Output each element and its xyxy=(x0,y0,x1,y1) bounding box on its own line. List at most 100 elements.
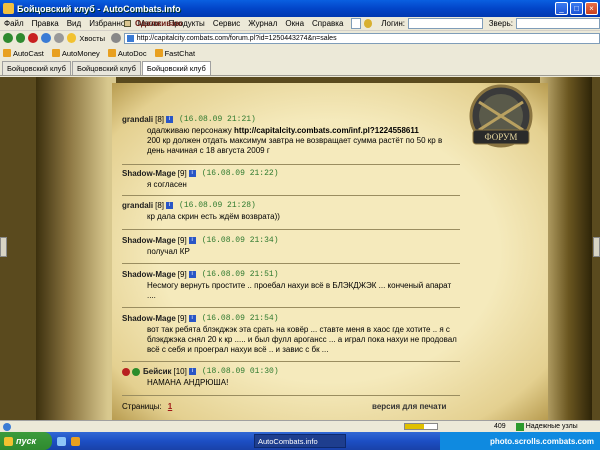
post-body: Несмогу вернуть простите .. проебал наху… xyxy=(147,281,452,300)
smiley-icon[interactable] xyxy=(363,19,373,28)
post-link[interactable]: http://capitalcity.combats.com/inf.pl?12… xyxy=(234,126,419,135)
forward-icon[interactable] xyxy=(15,33,26,43)
maximize-button[interactable]: □ xyxy=(570,2,583,15)
refresh-icon[interactable] xyxy=(41,33,51,43)
post-author[interactable]: grandali xyxy=(122,115,153,124)
menu-view[interactable]: Вид xyxy=(67,19,81,28)
info-icon[interactable]: i xyxy=(166,116,174,123)
topic-title: Одалживаю xyxy=(135,19,183,28)
post-body: кр дала скрин есть ждём возврата)) xyxy=(147,212,280,221)
post-author[interactable]: Shadow-Mage xyxy=(122,270,176,279)
forum-emblem-logo[interactable]: ФОРУМ xyxy=(459,82,543,156)
svg-text:ФОРУМ: ФОРУМ xyxy=(485,132,518,142)
back-icon[interactable] xyxy=(3,33,13,43)
status-bar: 409 Надежные узлы xyxy=(0,420,600,432)
post-divider xyxy=(122,195,460,196)
post: Shadow-Mage [9] i (16.08.09 21:22) я сог… xyxy=(122,169,460,196)
post-body: вот так ребята блэкджэк эта срать на ков… xyxy=(147,325,457,354)
post-divider xyxy=(122,395,460,396)
link-automoney[interactable]: AutoMoney xyxy=(51,49,100,58)
link-autocast[interactable]: AutoCast xyxy=(3,49,44,58)
tab-1[interactable]: Бойцовский клуб xyxy=(2,61,71,75)
status-count: 409 xyxy=(494,423,506,430)
start-button[interactable]: пуск xyxy=(0,432,52,450)
post: grandali [8] i (16.08.09 21:28) кр дала … xyxy=(122,201,460,230)
address-bar[interactable]: http://capitalcity.combats.com/forum.pl?… xyxy=(123,32,600,44)
topic-header: Одалживаю xyxy=(124,19,182,28)
windows-logo-icon xyxy=(4,436,13,446)
menu-journal[interactable]: Журнал xyxy=(248,19,277,28)
post: grandali [8] i (16.08.09 21:21) одалжива… xyxy=(122,115,460,165)
post-author[interactable]: Бейсик xyxy=(143,367,172,376)
right-panel-handle[interactable] xyxy=(593,237,600,257)
menu-bar: Файл Правка Вид Избранное Магия Продукты… xyxy=(0,17,600,31)
page-status-icon xyxy=(3,422,11,431)
menu-service[interactable]: Сервис xyxy=(213,19,240,28)
print-icon[interactable] xyxy=(110,33,121,43)
left-panel-handle[interactable] xyxy=(0,237,7,257)
progress-bar xyxy=(404,423,438,430)
minimize-button[interactable]: _ xyxy=(555,2,568,15)
post-divider xyxy=(122,263,460,264)
link-autodoc[interactable]: AutoDoc xyxy=(107,49,147,58)
info-icon[interactable]: i xyxy=(166,202,174,209)
post-level: [9] xyxy=(177,169,187,178)
post: Бейсик [10] i (18.08.09 01:30) НАМАНА АН… xyxy=(122,367,460,396)
menu-windows[interactable]: Окна xyxy=(285,19,304,28)
star-icon[interactable] xyxy=(66,33,77,43)
menu-help[interactable]: Справка xyxy=(312,19,343,28)
post-author[interactable]: Shadow-Mage xyxy=(122,236,176,245)
post-level: [9] xyxy=(177,314,187,323)
stop-icon[interactable] xyxy=(28,33,39,43)
print-version-link[interactable]: версия для печати xyxy=(372,402,446,411)
post-level: [8] xyxy=(155,115,165,124)
tab-2[interactable]: Бойцовский клуб xyxy=(71,61,141,75)
home-icon[interactable] xyxy=(53,33,64,43)
info-icon[interactable]: i xyxy=(188,237,196,244)
tab-3[interactable]: Бойцовский клуб xyxy=(141,61,211,75)
info-icon[interactable]: i xyxy=(188,170,196,177)
address-text: http://capitalcity.combats.com/forum.pl?… xyxy=(136,34,337,42)
links-bar: AutoCast AutoMoney AutoDoc FastChat xyxy=(0,46,600,60)
browser-icon xyxy=(3,3,14,14)
info-icon[interactable]: i xyxy=(188,315,196,322)
post: Shadow-Mage [9] i (16.08.09 21:54) вот т… xyxy=(122,314,460,362)
post-divider xyxy=(122,307,460,308)
post-level: [9] xyxy=(177,270,187,279)
toolbar-dropdown[interactable] xyxy=(351,18,361,29)
pages-label: Страницы: xyxy=(122,402,162,411)
taskbar-window-button[interactable]: AutoCombats.info xyxy=(254,434,346,448)
login-field[interactable] xyxy=(407,18,483,29)
autocast-icon xyxy=(3,49,11,57)
nav-toolbar: Хвосты http://capitalcity.combats.com/fo… xyxy=(0,31,600,45)
pagination: Страницы: 1 xyxy=(122,402,172,411)
automoney-icon xyxy=(51,49,60,57)
link-fastchat[interactable]: FastChat xyxy=(154,49,195,58)
page-link[interactable]: 1 xyxy=(168,402,172,411)
post-level: [10] xyxy=(173,367,187,376)
post-divider xyxy=(122,361,460,362)
info-icon[interactable]: i xyxy=(188,271,196,278)
fastchat-icon xyxy=(154,49,163,57)
beast-field[interactable] xyxy=(515,18,600,29)
post-author[interactable]: Shadow-Mage xyxy=(122,314,176,323)
menu-edit[interactable]: Правка xyxy=(32,19,59,28)
quicklaunch-icon[interactable] xyxy=(57,436,66,446)
post-author[interactable]: Shadow-Mage xyxy=(122,169,176,178)
clan-flag-icon xyxy=(122,367,130,376)
info-icon[interactable]: i xyxy=(188,368,196,375)
progress-fill xyxy=(405,424,425,429)
check-icon xyxy=(515,422,524,431)
system-tray: photo.scrolls.combats.com xyxy=(440,432,600,450)
window-title: Бойцовский клуб - AutoCombats.info xyxy=(17,3,181,14)
close-button[interactable]: × xyxy=(585,2,598,15)
bookmarks-button[interactable]: Хвосты xyxy=(79,34,105,43)
menu-file[interactable]: Файл xyxy=(4,19,24,28)
quicklaunch-icon[interactable] xyxy=(71,436,80,446)
post-body: одалживаю персонажу http://capitalcity.c… xyxy=(147,126,443,155)
post-body: НАМАНА АНДРЮША! xyxy=(147,378,229,387)
post-divider xyxy=(122,229,460,230)
security-zone[interactable]: Надежные узлы xyxy=(515,422,578,431)
post-date: (16.08.09 21:54) xyxy=(201,314,279,323)
post-author[interactable]: grandali xyxy=(122,201,153,210)
